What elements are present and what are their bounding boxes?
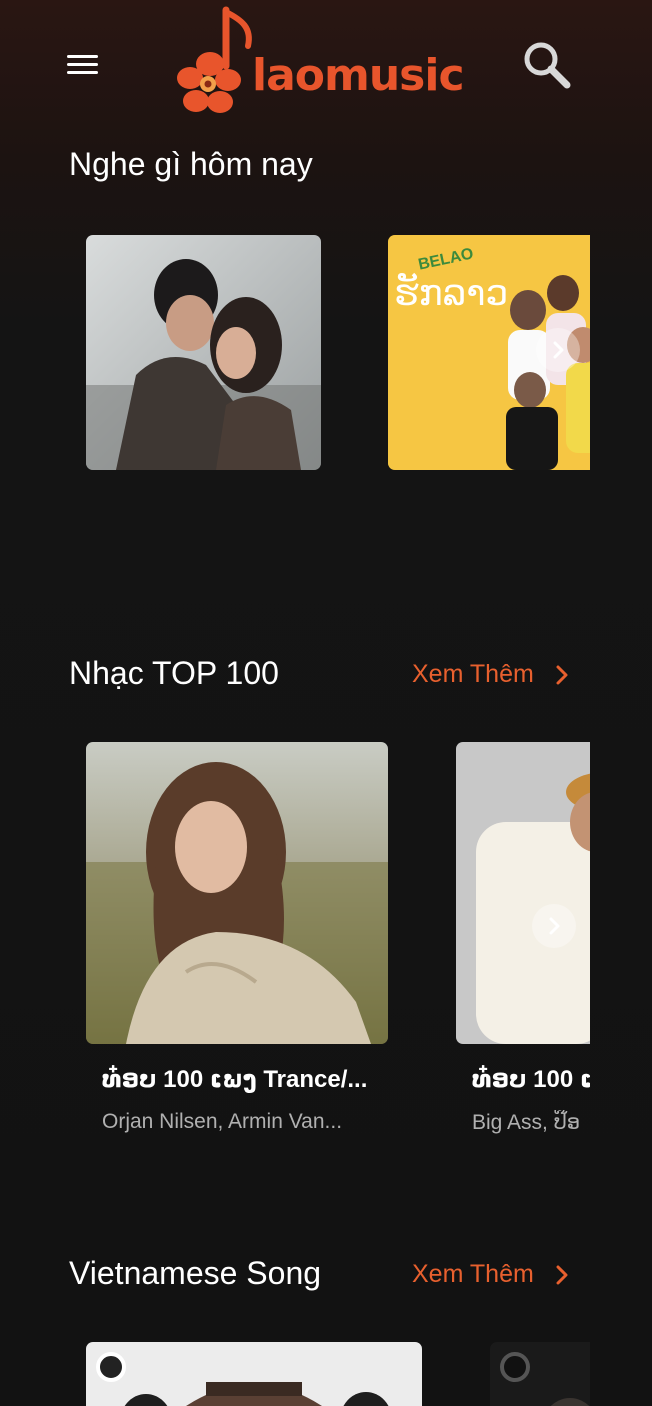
chevron-right-icon xyxy=(549,917,560,935)
section-title-today: Nghe gì hôm nay xyxy=(69,146,313,182)
top100-card-title[interactable]: ທ໋ອບ 100 ເ xyxy=(472,1065,590,1094)
section-title-top100: Nhạc TOP 100 xyxy=(69,655,279,691)
hamburger-menu-icon[interactable] xyxy=(62,50,104,80)
top100-carousel[interactable]: ທ໋ອບ 100 ເພງ Trance/... Orjan Nilsen, Ar… xyxy=(86,742,590,1142)
couple-photo xyxy=(86,235,321,470)
top100-card-subtitle: Big Ass, ປ໊ອ xyxy=(472,1111,581,1134)
search-icon[interactable] xyxy=(520,38,574,92)
see-more-label: Xem Thêm xyxy=(412,1260,534,1288)
top100-card-title[interactable]: ທ໋ອບ 100 ເພງ Trance/... xyxy=(102,1065,392,1094)
logo-text: laomusic xyxy=(252,50,465,101)
playlist-card[interactable] xyxy=(86,235,321,470)
top100-card-image[interactable] xyxy=(86,742,388,1044)
woman-portrait-photo xyxy=(86,742,388,1044)
see-more-top100[interactable]: Xem Thêm xyxy=(412,660,570,689)
man-portrait-photo xyxy=(456,742,590,1044)
section-title-vietnamese: Vietnamese Song xyxy=(69,1255,322,1291)
vinyl-disc-icon xyxy=(500,1352,530,1382)
belao-lao-text: ຮັກລາວ xyxy=(394,273,509,314)
see-more-vietnamese[interactable]: Xem Thêm xyxy=(412,1260,570,1289)
top100-card-image[interactable] xyxy=(456,742,590,1044)
chevron-right-icon xyxy=(553,341,564,359)
app-screen: laomusic Nghe gì hôm nay BELAO ຮັກລາວ Nh… xyxy=(0,0,652,1406)
see-more-label: Xem Thêm xyxy=(412,660,534,688)
playlist-card[interactable]: BELAO ຮັກລາວ xyxy=(388,235,590,470)
group-photo xyxy=(86,1342,422,1406)
top100-card-subtitle: Orjan Nilsen, Armin Van... xyxy=(102,1110,343,1133)
vietnamese-carousel[interactable] xyxy=(86,1342,590,1406)
top-header: laomusic xyxy=(0,0,652,130)
chevron-right-icon xyxy=(556,665,568,684)
carousel-next-button[interactable] xyxy=(536,328,580,372)
today-carousel[interactable]: BELAO ຮັກລາວ xyxy=(86,235,590,471)
vinyl-disc-icon xyxy=(96,1352,126,1382)
carousel-next-button[interactable] xyxy=(532,904,576,948)
laomusic-logo[interactable]: laomusic xyxy=(170,6,465,120)
vietnamese-card-image[interactable] xyxy=(490,1342,590,1406)
vietnamese-card-image[interactable] xyxy=(86,1342,422,1406)
chevron-right-icon xyxy=(556,1265,568,1284)
flower-note-icon xyxy=(177,6,252,113)
